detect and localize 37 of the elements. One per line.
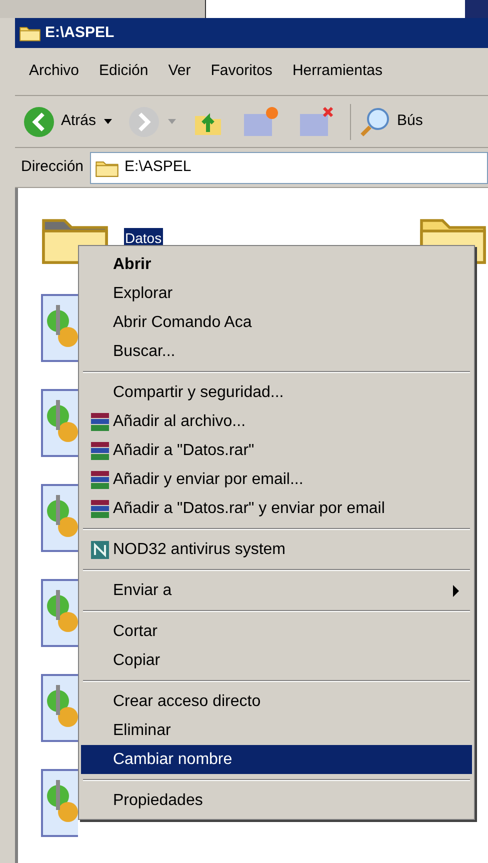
- menu-item[interactable]: Añadir a "Datos.rar": [81, 436, 472, 465]
- menu-item[interactable]: Enviar a: [81, 576, 472, 605]
- dropdown-caret-icon[interactable]: [104, 119, 112, 124]
- search-icon: [359, 106, 392, 138]
- menu-item[interactable]: Añadir a "Datos.rar" y enviar por email: [81, 494, 472, 523]
- new-window-icon[interactable]: [242, 106, 280, 138]
- menu-item[interactable]: Abrir: [81, 250, 472, 279]
- menu-bar-item[interactable]: Ver: [168, 60, 191, 83]
- books-stack-icon: [89, 412, 111, 432]
- menu-item[interactable]: Copiar: [81, 646, 472, 675]
- menu-item[interactable]: Explorar: [81, 279, 472, 308]
- address-label: Dirección: [21, 157, 84, 178]
- menu-item[interactable]: Crear acceso directo: [81, 687, 472, 716]
- menu-item[interactable]: Buscar...: [81, 337, 472, 366]
- menu-bar-item[interactable]: Edición: [99, 60, 148, 83]
- menu-bar-item[interactable]: Favoritos: [210, 60, 272, 83]
- folder-icon: [19, 24, 41, 42]
- address-field[interactable]: E:\ASPEL: [90, 152, 488, 184]
- books-stack-icon: [89, 440, 111, 460]
- books-stack-icon: [89, 470, 111, 490]
- back-button[interactable]: Atrás: [23, 106, 96, 138]
- window-title: E:\ASPEL: [45, 22, 114, 43]
- menu-item[interactable]: NOD32 antivirus system: [81, 535, 472, 564]
- menu-item[interactable]: Eliminar: [81, 716, 472, 745]
- menu-item[interactable]: Propiedades: [81, 786, 472, 815]
- search-button[interactable]: Bús: [359, 106, 423, 138]
- menu-item[interactable]: Abrir Comando Aca: [81, 308, 472, 337]
- menu-item[interactable]: Añadir y enviar por email...: [81, 465, 472, 494]
- menu-bar-item[interactable]: Herramientas: [292, 60, 382, 83]
- menu-item[interactable]: Cortar: [81, 617, 472, 646]
- menu-item[interactable]: Añadir al archivo...: [81, 407, 472, 436]
- antivirus-icon: [89, 540, 111, 560]
- books-stack-icon: [89, 498, 111, 518]
- menu-item[interactable]: Cambiar nombre: [81, 745, 472, 774]
- menu-bar-item[interactable]: Archivo: [29, 60, 80, 83]
- submenu-arrow-icon: [452, 584, 460, 596]
- menu-item[interactable]: Compartir y seguridad...: [81, 378, 472, 407]
